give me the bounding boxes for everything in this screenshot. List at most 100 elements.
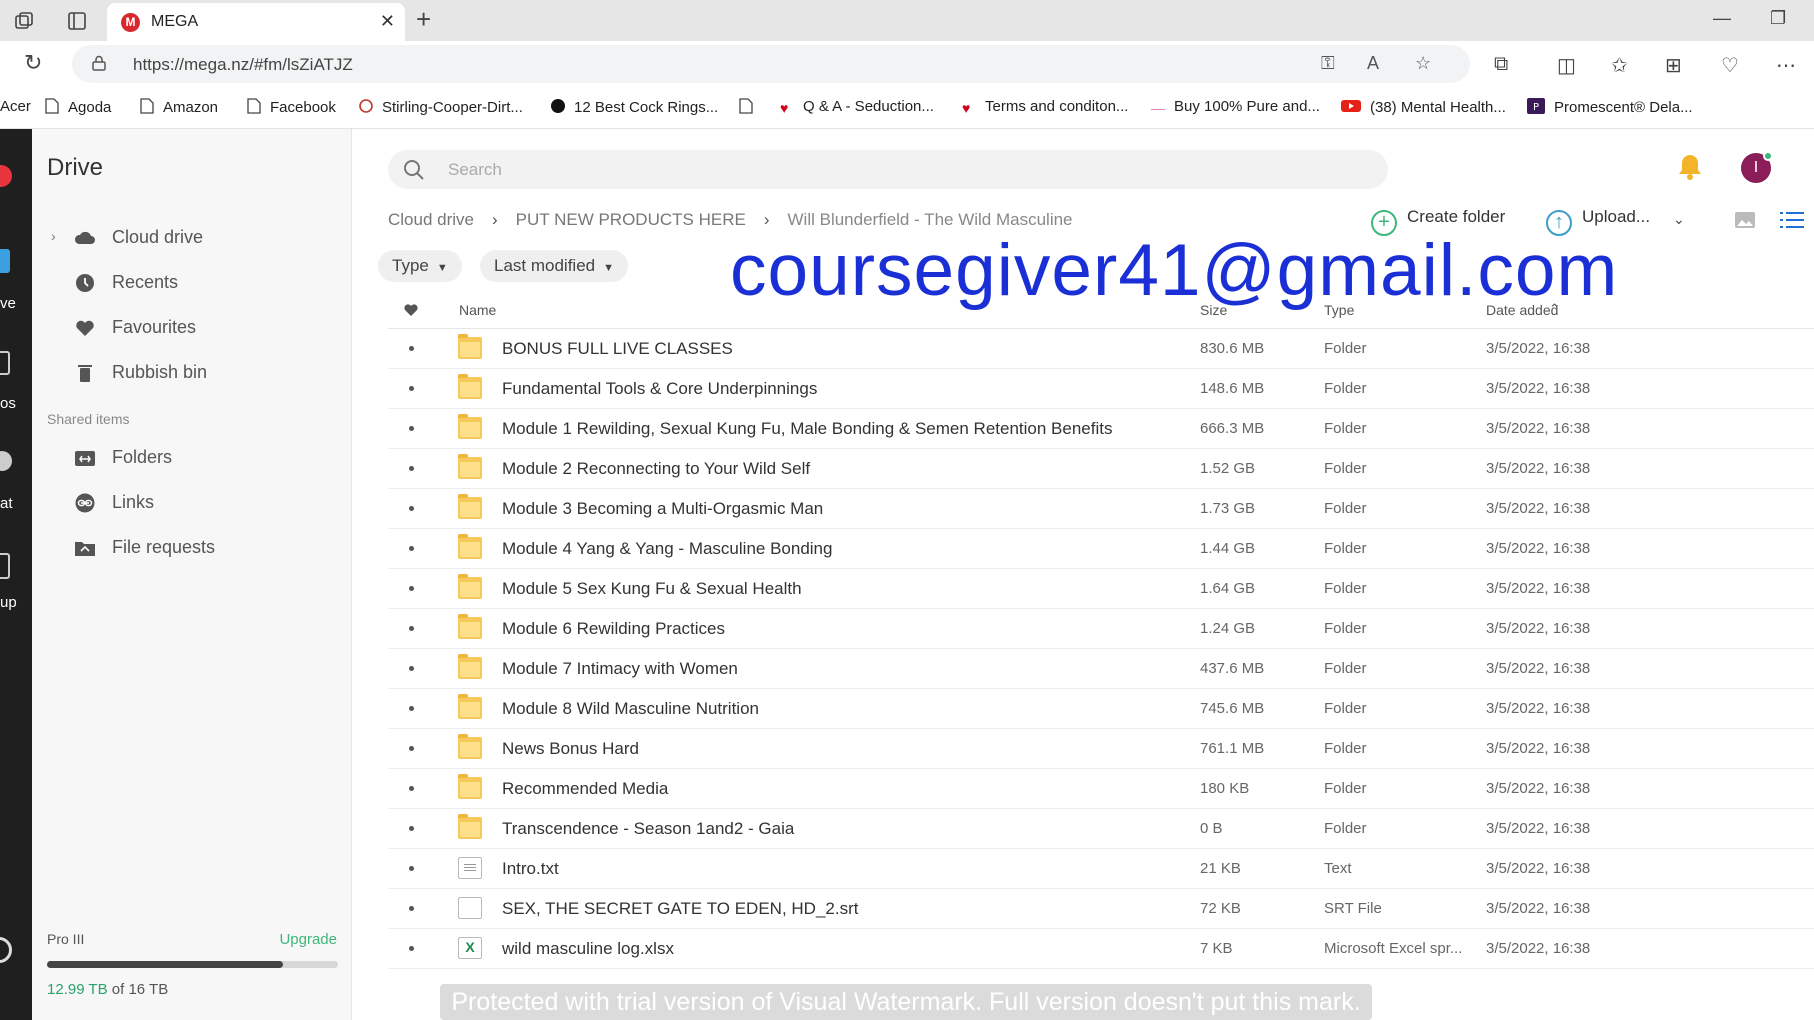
bookmark-stirling-cooper[interactable]: Stirling-Cooper-Dirt... (359, 98, 523, 116)
file-name[interactable]: Fundamental Tools & Core Underpinnings (502, 379, 817, 399)
file-name[interactable]: Transcendence - Season 1and2 - Gaia (502, 819, 794, 839)
bookmark-amazon[interactable]: Amazon (140, 98, 218, 116)
favourite-column-heart-icon[interactable] (403, 303, 419, 317)
tab-actions-icon[interactable] (66, 10, 88, 32)
table-row[interactable]: BONUS FULL LIVE CLASSES 830.6 MB Folder 3/5… (388, 329, 1814, 369)
file-name[interactable]: News Bonus Hard (502, 739, 639, 759)
upload-dropdown-icon[interactable]: ⌄ (1673, 211, 1685, 228)
url-text[interactable]: https://mega.nz/#fm/lsZiATJZ (133, 55, 353, 75)
rail-settings-icon[interactable] (0, 937, 12, 963)
expand-chevron-icon[interactable]: › (51, 228, 56, 244)
reload-icon[interactable]: ↻ (24, 50, 42, 76)
bookmark-buy-pure[interactable]: — Buy 100% Pure and... (1151, 98, 1320, 116)
file-date-added: 3/5/2022, 16:38 (1486, 580, 1591, 597)
table-row[interactable]: Module 3 Becoming a Multi-Orgasmic Man 1.… (388, 489, 1814, 529)
table-row[interactable]: Module 4 Yang & Yang - Masculine Bonding… (388, 529, 1814, 569)
bookmark-acer[interactable]: Acer (0, 98, 31, 115)
file-name[interactable]: wild masculine log.xlsx (502, 939, 674, 959)
rail-backup-icon[interactable] (0, 553, 10, 579)
table-row[interactable]: Module 7 Intimacy with Women 437.6 MB Fold… (388, 649, 1814, 689)
bookmark-cock-rings[interactable]: 12 Best Cock Rings... (551, 98, 718, 116)
table-row[interactable]: Intro.txt 21 KB Text 3/5/2022, 16:38 (388, 849, 1814, 889)
maximize-icon[interactable]: ❐ (1770, 8, 1786, 29)
table-row[interactable]: Transcendence - Season 1and2 - Gaia 0 B Fo… (388, 809, 1814, 849)
rail-drive-icon[interactable] (0, 249, 10, 273)
file-date-added: 3/5/2022, 16:38 (1486, 500, 1591, 517)
bookmark-seduction[interactable]: ♥ Q & A - Seduction... (780, 98, 934, 116)
table-row[interactable]: Module 6 Rewilding Practices 1.24 GB Folde… (388, 609, 1814, 649)
bookmark-blank[interactable] (739, 98, 762, 116)
rail-label-backup[interactable]: up (0, 594, 17, 611)
file-type: Folder (1324, 580, 1367, 597)
excel-file-icon: X (458, 937, 482, 959)
close-tab-icon[interactable]: ✕ (380, 11, 395, 32)
breadcrumb-cloud-drive[interactable]: Cloud drive (388, 210, 474, 229)
file-name[interactable]: Module 6 Rewilding Practices (502, 619, 725, 639)
file-name[interactable]: Module 1 Rewilding, Sexual Kung Fu, Male… (502, 419, 1112, 439)
file-name[interactable]: Module 4 Yang & Yang - Masculine Bonding (502, 539, 832, 559)
split-screen-icon[interactable]: ◫ (1557, 53, 1576, 78)
favorite-star-icon[interactable]: ☆ (1415, 53, 1431, 74)
user-avatar[interactable]: I (1741, 151, 1773, 183)
tab-mega[interactable]: M MEGA ✕ (107, 3, 405, 41)
file-name[interactable]: Recommended Media (502, 779, 668, 799)
file-name[interactable]: SEX, THE SECRET GATE TO EDEN, HD_2.srt (502, 899, 858, 919)
rail-photos-icon[interactable] (0, 351, 10, 375)
new-tab-icon[interactable]: + (416, 4, 431, 35)
last-modified-filter-dropdown[interactable]: Last modified ▼ (480, 250, 629, 282)
file-date-added: 3/5/2022, 16:38 (1486, 540, 1591, 557)
table-row[interactable]: News Bonus Hard 761.1 MB Folder 3/5/2022, 1… (388, 729, 1814, 769)
list-view-icon[interactable] (1780, 209, 1804, 231)
folder-icon (458, 694, 482, 719)
workspaces-icon[interactable] (13, 10, 35, 32)
column-header-name[interactable]: Name (459, 302, 496, 318)
rail-app-icon[interactable] (0, 165, 12, 187)
browser-essentials-icon[interactable]: ♡ (1721, 53, 1739, 78)
rail-label-chat[interactable]: at (0, 495, 13, 512)
file-type: Folder (1324, 780, 1367, 797)
table-row[interactable]: Recommended Media 180 KB Folder 3/5/2022, 1… (388, 769, 1814, 809)
upgrade-link[interactable]: Upgrade (279, 931, 337, 948)
address-bar[interactable]: https://mega.nz/#fm/lsZiATJZ ⚿ A ☆ (72, 45, 1470, 83)
bookmark-agoda[interactable]: Agoda (45, 98, 111, 116)
favorites-icon[interactable]: ✩ (1611, 53, 1628, 78)
password-key-icon[interactable]: ⚿ (1321, 53, 1335, 74)
table-row[interactable]: Fundamental Tools & Core Underpinnings 14… (388, 369, 1814, 409)
youtube-icon (1341, 100, 1361, 112)
table-row[interactable]: Module 8 Wild Masculine Nutrition 745.6 M… (388, 689, 1814, 729)
bookmark-facebook[interactable]: Facebook (247, 98, 336, 116)
extensions-icon[interactable]: ⧉ (1494, 53, 1508, 76)
breadcrumb-put-new-products[interactable]: PUT NEW PRODUCTS HERE (516, 210, 746, 229)
file-name[interactable]: BONUS FULL LIVE CLASSES (502, 339, 733, 359)
file-type: Folder (1324, 820, 1367, 837)
file-name[interactable]: Intro.txt (502, 859, 559, 879)
lock-icon[interactable] (92, 55, 106, 71)
bookmark-mental-health[interactable]: (38) Mental Health... (1341, 98, 1506, 116)
read-aloud-icon[interactable]: A (1367, 53, 1379, 74)
rail-label-photos[interactable]: os (0, 395, 16, 412)
file-name[interactable]: Module 7 Intimacy with Women (502, 659, 738, 679)
file-name[interactable]: Module 5 Sex Kung Fu & Sexual Health (502, 579, 802, 599)
minimize-icon[interactable]: — (1713, 8, 1731, 29)
table-row[interactable]: SEX, THE SECRET GATE TO EDEN, HD_2.srt 72… (388, 889, 1814, 929)
search-box[interactable]: Search (388, 150, 1388, 189)
file-name[interactable]: Module 8 Wild Masculine Nutrition (502, 699, 759, 719)
rail-label-drive[interactable]: ve (0, 295, 16, 312)
more-menu-icon[interactable]: ⋯ (1776, 53, 1796, 78)
bookmark-terms[interactable]: ♥ Terms and conditon... (962, 98, 1128, 116)
table-row[interactable]: Module 1 Rewilding, Sexual Kung Fu, Male… (388, 409, 1814, 449)
type-filter-dropdown[interactable]: Type ▼ (378, 250, 462, 282)
notifications-bell-icon[interactable] (1677, 153, 1703, 181)
collections-icon[interactable]: ⊞ (1665, 53, 1682, 78)
table-row[interactable]: Module 2 Reconnecting to Your Wild Self 1… (388, 449, 1814, 489)
bookmark-promescent[interactable]: P Promescent® Dela... (1527, 98, 1693, 116)
row-status-dot (409, 586, 414, 591)
search-input[interactable]: Search (448, 160, 502, 180)
thumbnail-view-icon[interactable] (1734, 209, 1756, 231)
table-row[interactable]: Module 5 Sex Kung Fu & Sexual Health 1.64… (388, 569, 1814, 609)
table-row[interactable]: Xwild masculine log.xlsx 7 KB Microsoft Ex… (388, 929, 1814, 969)
rail-chat-icon[interactable] (0, 451, 12, 471)
file-name[interactable]: Module 2 Reconnecting to Your Wild Self (502, 459, 810, 479)
generic-file-icon (458, 897, 482, 919)
file-name[interactable]: Module 3 Becoming a Multi-Orgasmic Man (502, 499, 823, 519)
